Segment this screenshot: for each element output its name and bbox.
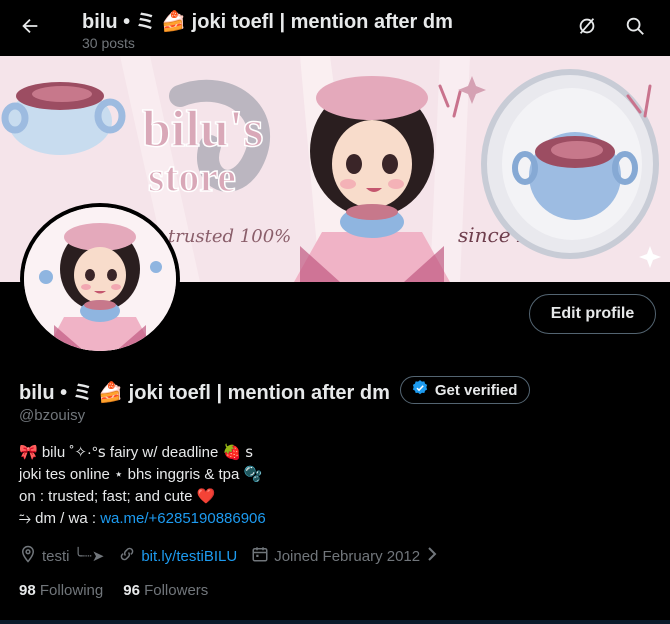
profile-avatar[interactable] [20, 203, 180, 355]
arrow-left-icon [19, 15, 41, 42]
following-link[interactable]: 98 Following [19, 582, 103, 599]
banner-store-text-2: store [148, 155, 236, 201]
profile-handle: @bzouisy [19, 407, 86, 424]
top-bar: bilu • ミ 🍰 joki toefl | mention after dm… [0, 0, 670, 56]
bio-line-2: joki tes online ⋆ bhs inggris & tpa 🫧 [19, 466, 263, 483]
grok-button[interactable] [569, 10, 605, 46]
banner-trusted-text: trusted 100% [168, 226, 291, 247]
profile-bio: 🎀 bilu ˚✧·°ꜱ fairy w/ deadline 🍓 ꜱ joki … [19, 442, 266, 530]
bio-line-3: on : trusted; fast; and cute ❤️ [19, 488, 216, 505]
bio-line-4: ⥲ dm / wa : wa.me/+6285190886906 [19, 508, 266, 530]
verified-badge-icon [411, 379, 429, 401]
bottom-divider [0, 620, 670, 624]
joined-text: Joined February 2012 [274, 547, 421, 565]
joined-item[interactable]: Joined February 2012 [251, 545, 439, 567]
bio-line-1: 🎀 bilu ˚✧·°ꜱ fairy w/ deadline 🍓 ꜱ [19, 444, 254, 461]
post-count: 30 posts [82, 35, 135, 51]
followers-label: Followers [144, 582, 209, 599]
location-item: testi ╰┈➤ [19, 545, 104, 567]
search-button[interactable] [617, 10, 653, 46]
calendar-icon [251, 545, 269, 567]
follow-stats: 98 Following 96 Followers [19, 582, 208, 599]
link-icon [118, 545, 136, 567]
edit-profile-button[interactable]: Edit profile [529, 294, 656, 334]
bio-line-4-prefix: ⥲ dm / wa : [19, 510, 101, 527]
header-title: bilu • ミ 🍰 joki toefl | mention after dm [82, 11, 453, 33]
location-pin-icon [19, 545, 37, 567]
following-label: Following [39, 582, 104, 599]
grok-icon [576, 15, 598, 42]
get-verified-label: Get verified [434, 381, 518, 399]
search-icon [624, 15, 646, 42]
whatsapp-link[interactable]: wa.me/+6285190886906 [100, 510, 266, 527]
chevron-right-icon [425, 546, 439, 566]
website-link[interactable]: bit.ly/testiBILU [141, 548, 237, 565]
website-item: bit.ly/testiBILU [118, 545, 237, 567]
followers-count: 96 [123, 582, 140, 599]
banner-store-text-1: bilu's [142, 101, 263, 158]
profile-name-row: bilu • ミ 🍰 joki toefl | mention after dm… [19, 376, 531, 404]
location-text: testi ╰┈➤ [42, 548, 105, 565]
profile-meta: testi ╰┈➤ bit.ly/testiBILU Joined Februa… [19, 545, 453, 567]
avatar-image [24, 207, 176, 351]
back-button[interactable] [12, 10, 48, 46]
following-count: 98 [19, 582, 36, 599]
get-verified-button[interactable]: Get verified [399, 376, 531, 404]
profile-name: bilu • ミ 🍰 joki toefl | mention after dm [19, 381, 390, 404]
followers-link[interactable]: 96 Followers [123, 582, 208, 599]
